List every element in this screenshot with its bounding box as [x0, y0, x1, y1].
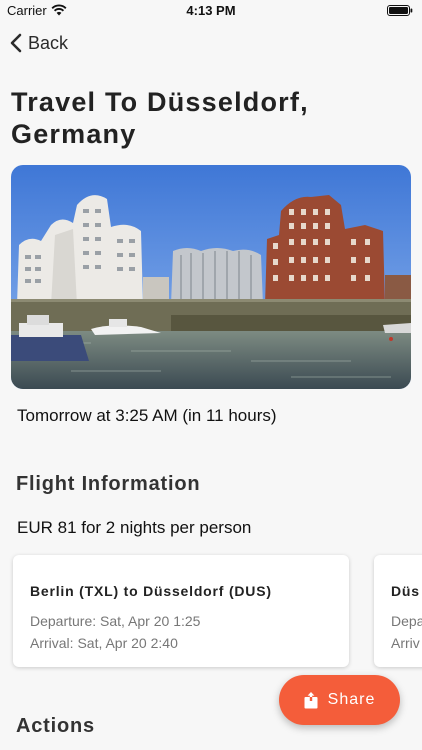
share-icon	[304, 691, 318, 708]
flight-route: Düs	[391, 583, 420, 599]
flight-departure: Departure: Sat, Apr 20 1:25	[30, 613, 201, 629]
departure-time: Tomorrow at 3:25 AM (in 11 hours)	[17, 406, 277, 425]
flight-card[interactable]: Berlin (TXL) to Düsseldorf (DUS) Departu…	[13, 555, 349, 667]
price-summary: EUR 81 for 2 nights per person	[17, 518, 252, 537]
destination-photo	[11, 165, 411, 389]
flight-arrival: Arrival: Sat, Apr 20 2:40	[30, 635, 178, 651]
flight-card[interactable]: Düs Depa Arriv	[374, 555, 422, 667]
flight-arrival: Arriv	[391, 635, 420, 651]
battery-icon	[387, 5, 413, 16]
status-time: 4:13 PM	[186, 3, 236, 18]
share-button[interactable]: Share	[279, 675, 400, 725]
flight-route: Berlin (TXL) to Düsseldorf (DUS)	[30, 583, 272, 599]
page-title: Travel To Düsseldorf, Germany	[11, 87, 309, 149]
flight-departure: Depa	[391, 613, 422, 629]
flight-information-heading: Flight Information	[16, 473, 201, 495]
share-label: Share	[327, 691, 376, 708]
back-button[interactable]: Back	[10, 31, 68, 55]
back-label: Back	[28, 32, 69, 53]
status-bar: Carrier 4:13 PM	[0, 0, 422, 22]
chevron-left-icon	[10, 33, 22, 53]
actions-heading: Actions	[16, 715, 95, 737]
